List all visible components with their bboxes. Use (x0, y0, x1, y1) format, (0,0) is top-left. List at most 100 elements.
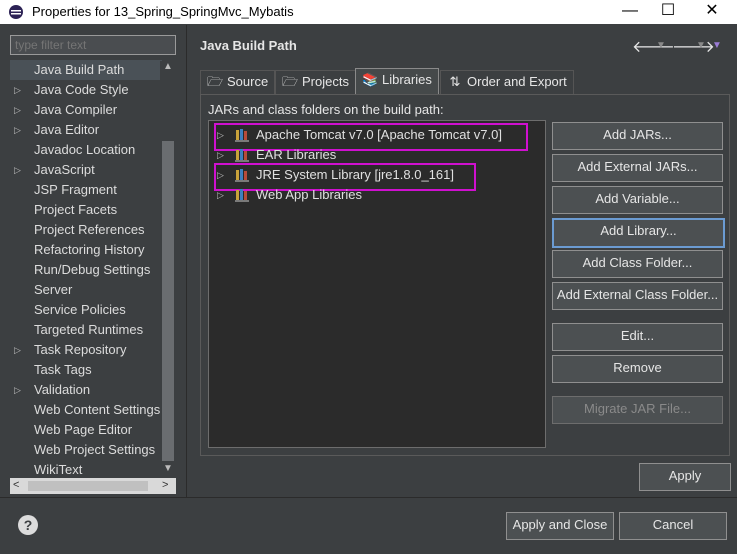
tree-item[interactable]: ▷ Task Repository (10, 340, 162, 360)
page-title: Java Build Path (200, 38, 297, 53)
tree-vertical-scrollbar[interactable]: ▲ ▼ (160, 61, 176, 478)
scroll-up-icon[interactable]: ▲ (160, 61, 176, 72)
edit-button[interactable]: Edit... (552, 323, 723, 351)
tree-item[interactable]: Refactoring History (10, 240, 162, 260)
expand-arrow-icon[interactable]: ▷ (217, 145, 227, 165)
tree-item[interactable]: Java Build Path (10, 60, 162, 80)
tree-item-label: Validation (34, 382, 91, 397)
tab-order-export-label: Order and Export (467, 74, 567, 89)
minimize-button[interactable]: — (612, 0, 648, 24)
tree-item[interactable]: WikiText (10, 460, 162, 478)
tree-hscroll-thumb[interactable] (28, 481, 148, 491)
library-entry[interactable]: ▷ EAR Libraries (209, 145, 539, 165)
tab-source-label: Source (227, 74, 269, 89)
expand-arrow-icon[interactable]: ▷ (217, 185, 227, 205)
source-folder-icon: 🗁 (207, 74, 224, 89)
tree-item[interactable]: Service Policies (10, 300, 162, 320)
tree-item-label: Service Policies (34, 302, 126, 317)
tree-item-label: Javadoc Location (34, 142, 136, 157)
tree-item[interactable]: Targeted Runtimes (10, 320, 162, 340)
library-entry-label: Web App Libraries (256, 187, 362, 202)
order-export-icon: ⇅ (449, 74, 461, 89)
tree-item-label: Web Project Settings (34, 442, 156, 457)
tree-item[interactable]: Run/Debug Settings (10, 260, 162, 280)
scroll-down-icon[interactable]: ▼ (160, 463, 176, 474)
tree-item-label: Server (34, 282, 73, 297)
library-entry[interactable]: ▷ Web App Libraries (209, 185, 539, 205)
tree-item-label: Web Content Settings (34, 402, 161, 417)
tree-item[interactable]: Project Facets (10, 200, 162, 220)
cancel-button[interactable]: Cancel (619, 512, 727, 540)
tree-item[interactable]: ▷ Java Editor (10, 120, 162, 140)
maximize-button[interactable]: ☐ (650, 0, 686, 24)
tree-item[interactable]: Web Page Editor (10, 420, 162, 440)
tree-item-label: Web Page Editor (34, 422, 133, 437)
tree-item-label: WikiText (34, 462, 83, 477)
expand-arrow-icon[interactable]: ▷ (14, 100, 24, 120)
filter-input[interactable] (10, 35, 176, 55)
tree-item[interactable]: ▷ Java Code Style (10, 80, 162, 100)
apply-button[interactable]: Apply (639, 463, 731, 491)
tree-item[interactable]: Web Content Settings (10, 400, 162, 420)
scroll-left-icon[interactable]: < (13, 479, 19, 491)
add-library-button[interactable]: Add Library... (552, 218, 725, 248)
tree-item-label: Java Build Path (34, 62, 125, 77)
tree-item-label: Targeted Runtimes (34, 322, 144, 337)
tree-item-label: JavaScript (34, 162, 95, 177)
tree-scroll-thumb[interactable] (162, 141, 174, 461)
apply-and-close-button[interactable]: Apply and Close (506, 512, 614, 540)
remove-button[interactable]: Remove (552, 355, 723, 383)
tree-item[interactable]: Server (10, 280, 162, 300)
library-books-icon (235, 188, 251, 202)
build-path-caption: JARs and class folders on the build path… (208, 102, 444, 117)
back-arrow-icon[interactable]: 🡐 (632, 36, 675, 57)
add-class-folder-button[interactable]: Add Class Folder... (552, 250, 723, 278)
tree-item[interactable]: Task Tags (10, 360, 162, 380)
close-window-button[interactable]: ✕ (694, 0, 730, 24)
add-external-jars-button[interactable]: Add External JARs... (552, 154, 723, 182)
tree-item[interactable]: Javadoc Location (10, 140, 162, 160)
expand-arrow-icon[interactable]: ▷ (14, 340, 24, 360)
property-page-tree: Java Build Path ▷ Java Code Style ▷ Java Com… (10, 60, 176, 478)
forward-menu-chevron-icon[interactable]: ▼ (696, 40, 706, 51)
add-variable-button[interactable]: Add Variable... (552, 186, 723, 214)
tree-item[interactable]: Project References (10, 220, 162, 240)
expand-arrow-icon[interactable]: ▷ (14, 80, 24, 100)
tab-order-and-export[interactable]: ⇅ Order and Export (440, 70, 574, 95)
tree-item-label: Project References (34, 222, 145, 237)
tree-item-label: Java Editor (34, 122, 100, 137)
migrate-jar-button[interactable]: Migrate JAR File... (552, 396, 723, 424)
help-icon[interactable]: ? (18, 515, 38, 535)
library-entry-label: EAR Libraries (256, 147, 337, 162)
view-menu-icon[interactable]: ▼ (712, 40, 722, 51)
expand-arrow-icon[interactable]: ▷ (14, 160, 24, 180)
tab-source[interactable]: 🗁 Source (200, 70, 276, 95)
add-jars-button[interactable]: Add JARs... (552, 122, 723, 150)
tree-item-label: Project Facets (34, 202, 118, 217)
expand-arrow-icon[interactable]: ▷ (14, 120, 24, 140)
tree-item[interactable]: ▷ Validation (10, 380, 162, 400)
tree-item-label: Refactoring History (34, 242, 145, 257)
tree-item-label: Task Repository (34, 342, 127, 357)
tree-item[interactable]: ▷ JavaScript (10, 160, 162, 180)
expand-arrow-icon[interactable]: ▷ (14, 380, 24, 400)
library-books-icon (235, 148, 251, 162)
tree-item[interactable]: Web Project Settings (10, 440, 162, 460)
scroll-right-icon[interactable]: > (162, 479, 168, 491)
tab-projects-label: Projects (302, 74, 349, 89)
tree-item[interactable]: ▷ Java Compiler (10, 100, 162, 120)
tab-projects[interactable]: 🗁 Projects (275, 70, 356, 95)
tree-item-label: Task Tags (34, 362, 92, 377)
tab-libraries[interactable]: 📚 Libraries (355, 68, 439, 95)
tree-item-label: Run/Debug Settings (34, 262, 151, 277)
back-menu-chevron-icon[interactable]: ▼ (656, 40, 666, 51)
tree-horizontal-scrollbar[interactable]: < > (10, 478, 176, 494)
forward-arrow-icon[interactable]: 🡒 (672, 36, 715, 57)
tree-item-label: Java Compiler (34, 102, 118, 117)
build-path-tabs: 🗁 Source 🗁 Projects 📚 Libraries ⇅ Order and … (200, 68, 730, 95)
eclipse-app-icon (9, 5, 23, 19)
add-external-class-folder-button[interactable]: Add External Class Folder... (552, 282, 723, 310)
tree-item-label: JSP Fragment (34, 182, 117, 197)
tree-item[interactable]: JSP Fragment (10, 180, 162, 200)
tab-libraries-label: Libraries (382, 72, 432, 87)
